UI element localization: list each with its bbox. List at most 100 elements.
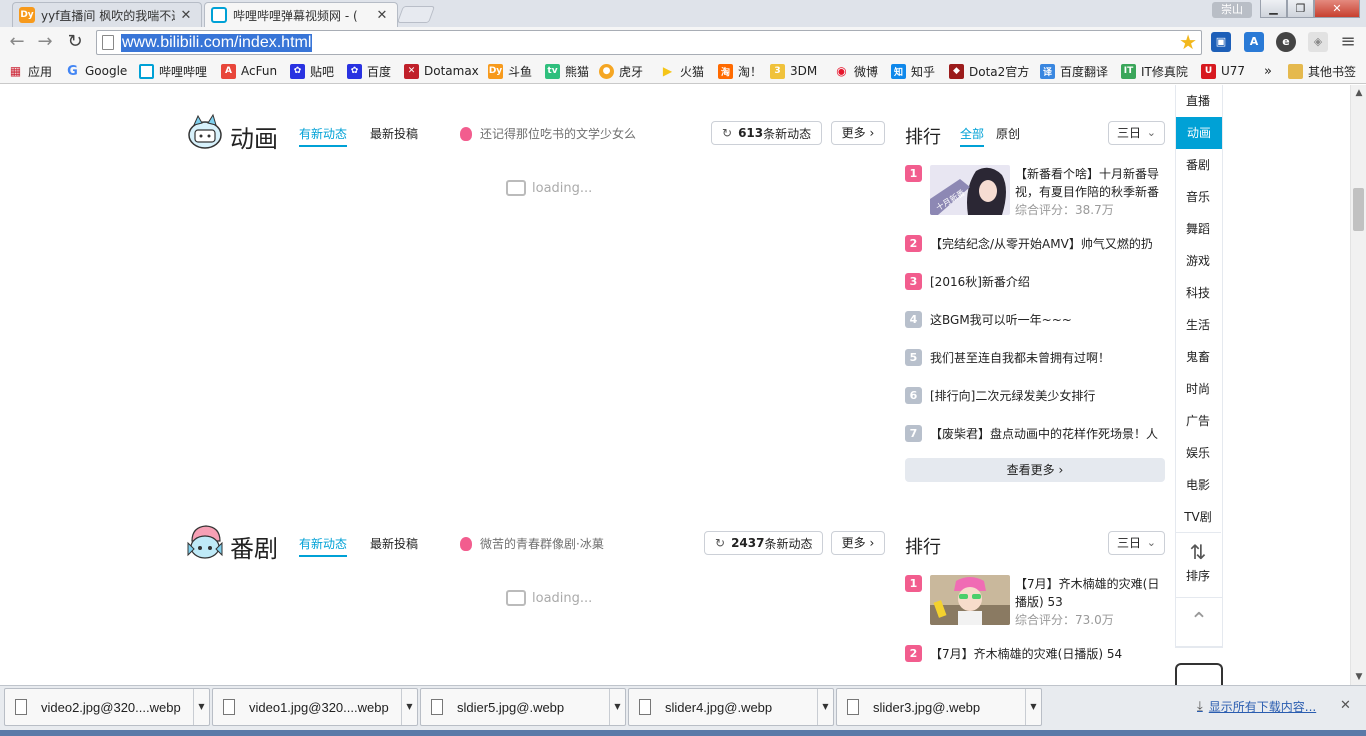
back-icon[interactable]: ← <box>5 30 29 54</box>
bookmark-it[interactable]: IT IT修真院 <box>1121 62 1188 80</box>
side-nav-life[interactable]: 生活 <box>1175 309 1221 341</box>
reload-icon[interactable]: ↻ <box>63 30 87 54</box>
bookmark-huomao[interactable]: ▶ 火猫 <box>660 62 704 80</box>
video-thumbnail[interactable]: 十月新番 <box>930 165 1010 215</box>
tab-bilibili[interactable]: 哔哩哔哩弹幕视频网 - ( ✕ <box>204 2 398 27</box>
side-nav-anime[interactable]: 动画 <box>1176 117 1222 149</box>
promo-link[interactable]: 微苦的青春群像剧·冰菓 <box>460 535 604 552</box>
side-nav-live[interactable]: 直播 <box>1175 85 1221 117</box>
rank-item[interactable]: 7 【废柴君】盘点动画中的花样作死场景！人 <box>905 423 1163 443</box>
rank-item[interactable]: 4 这BGM我可以听一年~~~ <box>905 309 1163 329</box>
bookmark-3dm[interactable]: 3 3DM <box>770 62 817 80</box>
bookmark-panda[interactable]: tv 熊猫 <box>545 62 589 80</box>
download-item[interactable]: video1.jpg@320....webp ▼ <box>212 688 418 726</box>
other-bookmarks[interactable]: 其他书签 <box>1288 62 1356 80</box>
new-activity-button[interactable]: ↻ 2437 条新动态 <box>704 531 824 555</box>
rank-item-title[interactable]: 【7月】齐木楠雄的灾难(日播版) 53 <box>1015 575 1165 611</box>
rank-item-title[interactable]: 【新番看个啥】十月新番导视，有夏目作陪的秋季新番 <box>1015 165 1165 201</box>
bookmark-taobao[interactable]: 淘淘！ <box>718 62 762 80</box>
minimize-button[interactable]: ▁ <box>1260 0 1287 18</box>
new-activity-button[interactable]: ↻ 613 条新动态 <box>711 121 823 145</box>
rank-period-select[interactable]: 三日 ⌄ <box>1108 121 1165 145</box>
rank-item[interactable]: 6 [排行向]二次元绿发美少女排行 <box>905 385 1163 405</box>
side-nav-game[interactable]: 游戏 <box>1175 245 1221 277</box>
download-item[interactable]: sldier5.jpg@.webp ▼ <box>420 688 626 726</box>
download-item[interactable]: slider3.jpg@.webp ▼ <box>836 688 1042 726</box>
download-item[interactable]: slider4.jpg@.webp ▼ <box>628 688 834 726</box>
dropdown-arrow-icon[interactable]: ▼ <box>817 689 833 725</box>
bookmark-zhihu[interactable]: 知知乎 <box>891 62 935 80</box>
scroll-up-arrow-icon[interactable]: ▲ <box>1351 85 1366 101</box>
dropdown-arrow-icon[interactable]: ▼ <box>1025 689 1041 725</box>
bookmark-star-icon[interactable]: ★ <box>1179 31 1197 54</box>
profile-button[interactable]: 崇山 <box>1212 2 1252 18</box>
address-bar[interactable]: www.bilibili.com/index.html ★ <box>96 30 1202 55</box>
bookmark-google[interactable]: G Google <box>65 62 127 80</box>
scroll-thumb[interactable] <box>1353 188 1364 231</box>
forward-icon[interactable]: → <box>33 30 57 54</box>
rank-tab-all[interactable]: 全部 <box>960 125 985 147</box>
bookmark-baidu-translate[interactable]: 译百度翻译 <box>1040 62 1108 80</box>
shield-extension-icon[interactable]: ◈ <box>1308 32 1328 52</box>
tab-new-activity[interactable]: 有新动态 <box>299 535 348 557</box>
extension-icon[interactable]: ▣ <box>1211 32 1231 52</box>
tab-new-activity[interactable]: 有新动态 <box>299 125 348 147</box>
new-tab-button[interactable] <box>396 6 436 23</box>
side-nav-ads[interactable]: 广告 <box>1175 405 1221 437</box>
side-nav-dance[interactable]: 舞蹈 <box>1175 213 1221 245</box>
side-nav-bangumi[interactable]: 番剧 <box>1175 149 1221 181</box>
bookmark-baidu[interactable]: ✿ 百度 <box>347 62 391 80</box>
close-tab-icon[interactable]: ✕ <box>179 8 193 23</box>
side-nav-tv-drama[interactable]: TV剧 <box>1175 501 1221 533</box>
side-nav-kichiku[interactable]: 鬼畜 <box>1175 341 1221 373</box>
dropdown-arrow-icon[interactable]: ▼ <box>401 689 417 725</box>
close-window-button[interactable]: ✕ <box>1314 0 1360 18</box>
show-all-downloads-link[interactable]: ⤓ 显示所有下载内容... <box>1197 698 1316 715</box>
bookmark-douyu[interactable]: Dy 斗鱼 <box>488 62 532 80</box>
rank-item[interactable]: 5 我们甚至连自我都未曾拥有过啊！ <box>905 347 1163 367</box>
side-nav-entertainment[interactable]: 娱乐 <box>1175 437 1221 469</box>
maximize-button[interactable]: ❐ <box>1287 0 1314 18</box>
side-nav-movie[interactable]: 电影 <box>1175 469 1221 501</box>
rank-item[interactable]: 2 【完结纪念/从零开始AMV】帅气又燃的扔 <box>905 233 1163 253</box>
browser-menu-icon[interactable]: ≡ <box>1338 31 1358 53</box>
scroll-down-arrow-icon[interactable]: ▼ <box>1351 669 1366 685</box>
promo-link[interactable]: 还记得那位吃书的文学少女么 <box>460 125 636 142</box>
rank-tab-original[interactable]: 原创 <box>996 125 1020 142</box>
rank-item[interactable]: 2 【7月】齐木楠雄的灾难(日播版) 54 <box>905 643 1163 663</box>
video-thumbnail[interactable] <box>930 575 1010 625</box>
bookmark-acfun[interactable]: A AcFun <box>221 62 277 80</box>
side-nav-fashion[interactable]: 时尚 <box>1175 373 1221 405</box>
bookmarks-overflow-button[interactable]: » <box>1264 62 1272 80</box>
dropdown-arrow-icon[interactable]: ▼ <box>609 689 625 725</box>
tab-latest-uploads[interactable]: 最新投稿 <box>370 535 418 552</box>
side-nav-music[interactable]: 音乐 <box>1175 181 1221 213</box>
close-tab-icon[interactable]: ✕ <box>375 8 389 23</box>
sort-button[interactable]: ⇅ 排序 <box>1175 532 1221 592</box>
back-to-top-button[interactable]: ⌃ <box>1175 597 1223 647</box>
download-item[interactable]: video2.jpg@320....webp ▼ <box>4 688 210 726</box>
rank-period-select[interactable]: 三日 ⌄ <box>1108 531 1165 555</box>
see-more-button[interactable]: 查看更多 › <box>905 458 1165 482</box>
side-nav-tech[interactable]: 科技 <box>1175 277 1221 309</box>
tab-latest-uploads[interactable]: 最新投稿 <box>370 125 418 142</box>
bookmark-huya[interactable]: ● 虎牙 <box>599 62 643 80</box>
url-text[interactable]: www.bilibili.com/index.html <box>121 34 313 52</box>
bookmark-dotamax[interactable]: ✕ Dotamax <box>404 62 479 80</box>
close-download-shelf-icon[interactable]: ✕ <box>1340 698 1351 713</box>
rank-item-first[interactable]: 1 十月新番 【新番看个啥】十月新番导视，有夏目作陪的秋季新番 综合评分：38.… <box>905 165 1165 221</box>
dropdown-arrow-icon[interactable]: ▼ <box>193 689 209 725</box>
bookmark-u77[interactable]: U U77 <box>1201 62 1245 80</box>
bookmark-weibo[interactable]: ◉ 微博 <box>834 62 878 80</box>
bookmark-bilibili[interactable]: 哔哩哔哩 <box>139 62 207 80</box>
bookmark-tieba[interactable]: ✿ 贴吧 <box>290 62 334 80</box>
bookmark-apps[interactable]: ▦ 应用 <box>8 62 52 80</box>
translate-extension-icon[interactable]: A <box>1244 32 1264 52</box>
page-scrollbar[interactable]: ▲ ▼ <box>1350 85 1366 685</box>
extension-icon[interactable]: e <box>1276 32 1296 52</box>
more-button[interactable]: 更多 › <box>831 121 885 145</box>
rank-item[interactable]: 3 [2016秋]新番介绍 <box>905 271 1163 291</box>
bookmark-dota2[interactable]: ◆ Dota2官方 <box>949 62 1029 80</box>
tab-douyu[interactable]: Dy yyf直播间 枫吹的我喘不过 ✕ <box>12 2 202 27</box>
rank-item-first[interactable]: 1 【7月】齐木楠雄的灾难(日播版) 53 综合评分：73.0万 <box>905 575 1165 631</box>
